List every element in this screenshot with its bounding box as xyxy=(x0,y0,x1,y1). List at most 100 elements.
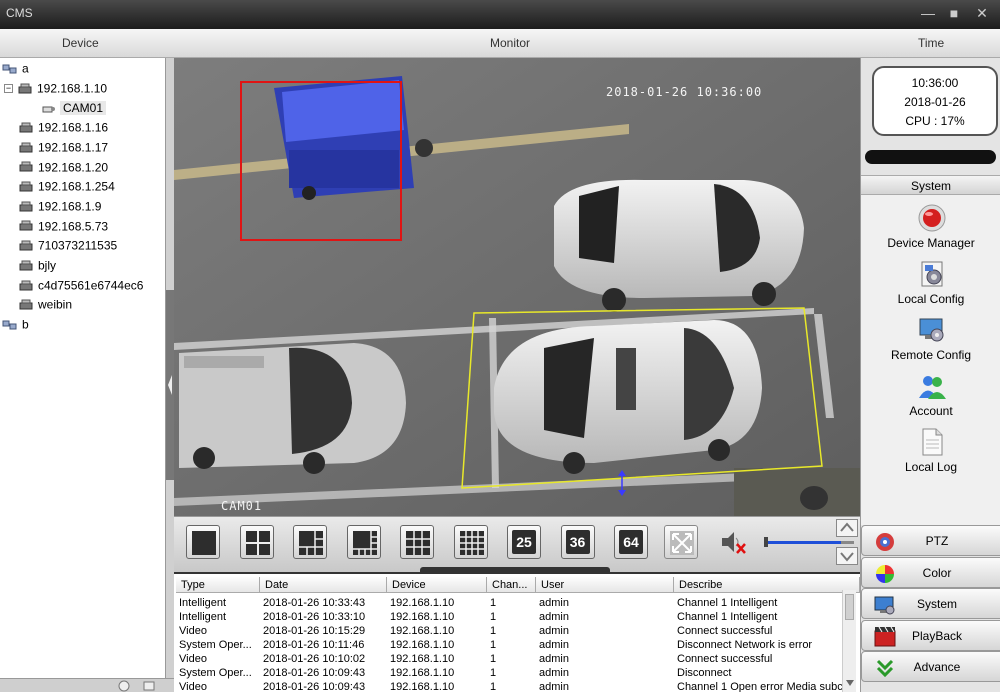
log-scrollbar[interactable] xyxy=(842,590,856,692)
collapse-toggle[interactable]: − xyxy=(4,84,13,94)
log-cell: 192.168.1.10 xyxy=(390,625,455,637)
device-icon xyxy=(19,299,33,310)
system-menu: Device Manager Local Config Remote Config A… xyxy=(861,195,1000,525)
nav-button-label: Color xyxy=(922,565,952,580)
layout-64-button[interactable]: 64 xyxy=(614,525,648,559)
video-monitor[interactable]: 2018-01-26 10:36:00 CAM01 xyxy=(174,58,860,516)
tree-item-device[interactable]: weibin xyxy=(18,295,72,314)
tree-item-camera[interactable]: CAM01 xyxy=(40,98,107,117)
nav-button-label: PTZ xyxy=(925,534,949,548)
tree-item-device[interactable]: 710373211535 xyxy=(18,236,117,255)
splitter-grip[interactable] xyxy=(166,290,174,480)
scroll-down-button[interactable] xyxy=(836,547,858,565)
log-column-header[interactable]: Device xyxy=(387,577,487,593)
log-cell: Disconnect xyxy=(677,667,732,679)
log-cell: Intelligent xyxy=(179,611,227,623)
log-column-header[interactable]: Type xyxy=(176,577,260,593)
color-icon xyxy=(874,563,896,585)
device-icon xyxy=(19,240,33,251)
layout-9-button[interactable] xyxy=(400,525,434,559)
tree-item-device[interactable]: 192.168.1.16 xyxy=(18,118,108,137)
silver-car-left xyxy=(179,343,406,474)
log-cell: admin xyxy=(539,597,569,609)
red-button-icon xyxy=(917,203,947,233)
nav-system-button[interactable]: System xyxy=(861,588,1000,620)
tree-item-group[interactable]: b xyxy=(2,315,29,334)
tree-item-label: 192.168.1.16 xyxy=(38,120,109,135)
tree-item-label: a xyxy=(22,61,29,76)
log-cell: Video xyxy=(179,653,207,665)
layout-8-button[interactable] xyxy=(346,525,381,559)
device-icon xyxy=(19,220,33,231)
tree-item-device[interactable]: − 192.168.1.10 xyxy=(4,79,107,98)
log-column-header[interactable]: Date xyxy=(260,577,387,593)
log-cell: System Oper... xyxy=(179,639,252,651)
log-column-header[interactable]: Describe xyxy=(674,577,860,593)
layout-toolbar: 25 36 64 xyxy=(174,516,860,573)
log-cell: 1 xyxy=(490,597,497,609)
silver-sedan-center xyxy=(494,320,762,474)
tree-item-device[interactable]: c4d75561e6744ec6 xyxy=(18,276,143,295)
nav-color-button[interactable]: Color xyxy=(861,556,1000,588)
device-panel-footer xyxy=(0,678,174,692)
system-item-label: Local Config xyxy=(897,292,965,306)
layout-36-button[interactable]: 36 xyxy=(560,525,595,559)
fullscreen-button[interactable] xyxy=(664,525,698,559)
nav-advance-button[interactable]: Advance xyxy=(861,651,1000,683)
cpu-usage: CPU : 17% xyxy=(905,114,965,128)
log-cell: 192.168.1.10 xyxy=(390,653,455,665)
layout-6-button[interactable] xyxy=(293,525,327,559)
scroll-up-button[interactable] xyxy=(836,519,858,537)
log-cell: Video xyxy=(179,681,207,692)
log-cell: 1 xyxy=(490,639,497,651)
log-cell: 2018-01-26 10:09:43 xyxy=(263,681,366,692)
system-item-remote-config[interactable]: Remote Config xyxy=(861,311,1000,367)
layout-16-button[interactable] xyxy=(453,525,488,559)
white-sedan-top xyxy=(554,179,804,312)
mute-button[interactable] xyxy=(720,529,748,558)
log-column-header[interactable]: Chan... xyxy=(487,577,536,593)
system-header: System xyxy=(861,175,1000,195)
tree-item-device[interactable]: bjly xyxy=(18,256,56,275)
log-cell: 2018-01-26 10:09:43 xyxy=(263,667,366,679)
tree-item-label: 710373211535 xyxy=(38,238,118,253)
device-icon xyxy=(19,201,33,212)
system-item-device-manager[interactable]: Device Manager xyxy=(861,199,1000,255)
system-item-label: Local Log xyxy=(904,460,958,474)
maximize-button[interactable]: ■ xyxy=(944,4,964,22)
close-button[interactable]: ✕ xyxy=(972,4,992,22)
layout-grid-icon xyxy=(352,531,377,555)
nav-ptz-button[interactable]: PTZ xyxy=(861,525,1000,556)
tree-item-label: 192.168.1.10 xyxy=(37,81,108,96)
log-cell: admin xyxy=(539,639,569,651)
layout-25-button[interactable]: 25 xyxy=(507,525,541,559)
device-icon xyxy=(18,83,32,94)
nav-playback-button[interactable]: PlayBack xyxy=(861,619,1000,651)
tree-item-label: c4d75561e6744ec6 xyxy=(38,278,144,293)
system-item-account[interactable]: Account xyxy=(861,367,1000,423)
tree-item-group[interactable]: a xyxy=(2,59,29,78)
log-cell: 1 xyxy=(490,625,497,637)
account-icon xyxy=(917,371,947,401)
tree-item-device[interactable]: 192.168.1.20 xyxy=(18,158,108,177)
camera-icon xyxy=(42,106,55,113)
log-cell: 192.168.1.10 xyxy=(390,597,455,609)
layout-count: 25 xyxy=(512,530,536,554)
nav-button-label: System xyxy=(916,597,957,612)
layout-4-button[interactable] xyxy=(239,525,274,559)
system-item-local-config[interactable]: Local Config xyxy=(861,255,1000,311)
log-cell: admin xyxy=(539,653,569,665)
layout-1-button[interactable] xyxy=(186,525,220,559)
document-icon xyxy=(917,427,947,457)
tree-item-device[interactable]: 192.168.1.254 xyxy=(18,177,115,196)
log-cell: System Oper... xyxy=(179,667,252,679)
system-item-local-log[interactable]: Local Log xyxy=(861,423,1000,479)
tree-item-device[interactable]: 192.168.1.9 xyxy=(18,197,101,216)
system-item-label: Account xyxy=(909,404,953,418)
tree-item-device[interactable]: 192.168.5.73 xyxy=(18,217,108,236)
volume-slider[interactable] xyxy=(764,537,854,547)
tree-item-device[interactable]: 192.168.1.17 xyxy=(18,138,108,157)
minimize-button[interactable]: — xyxy=(918,4,938,22)
log-cell: admin xyxy=(539,611,569,623)
log-column-header[interactable]: User xyxy=(536,577,674,593)
